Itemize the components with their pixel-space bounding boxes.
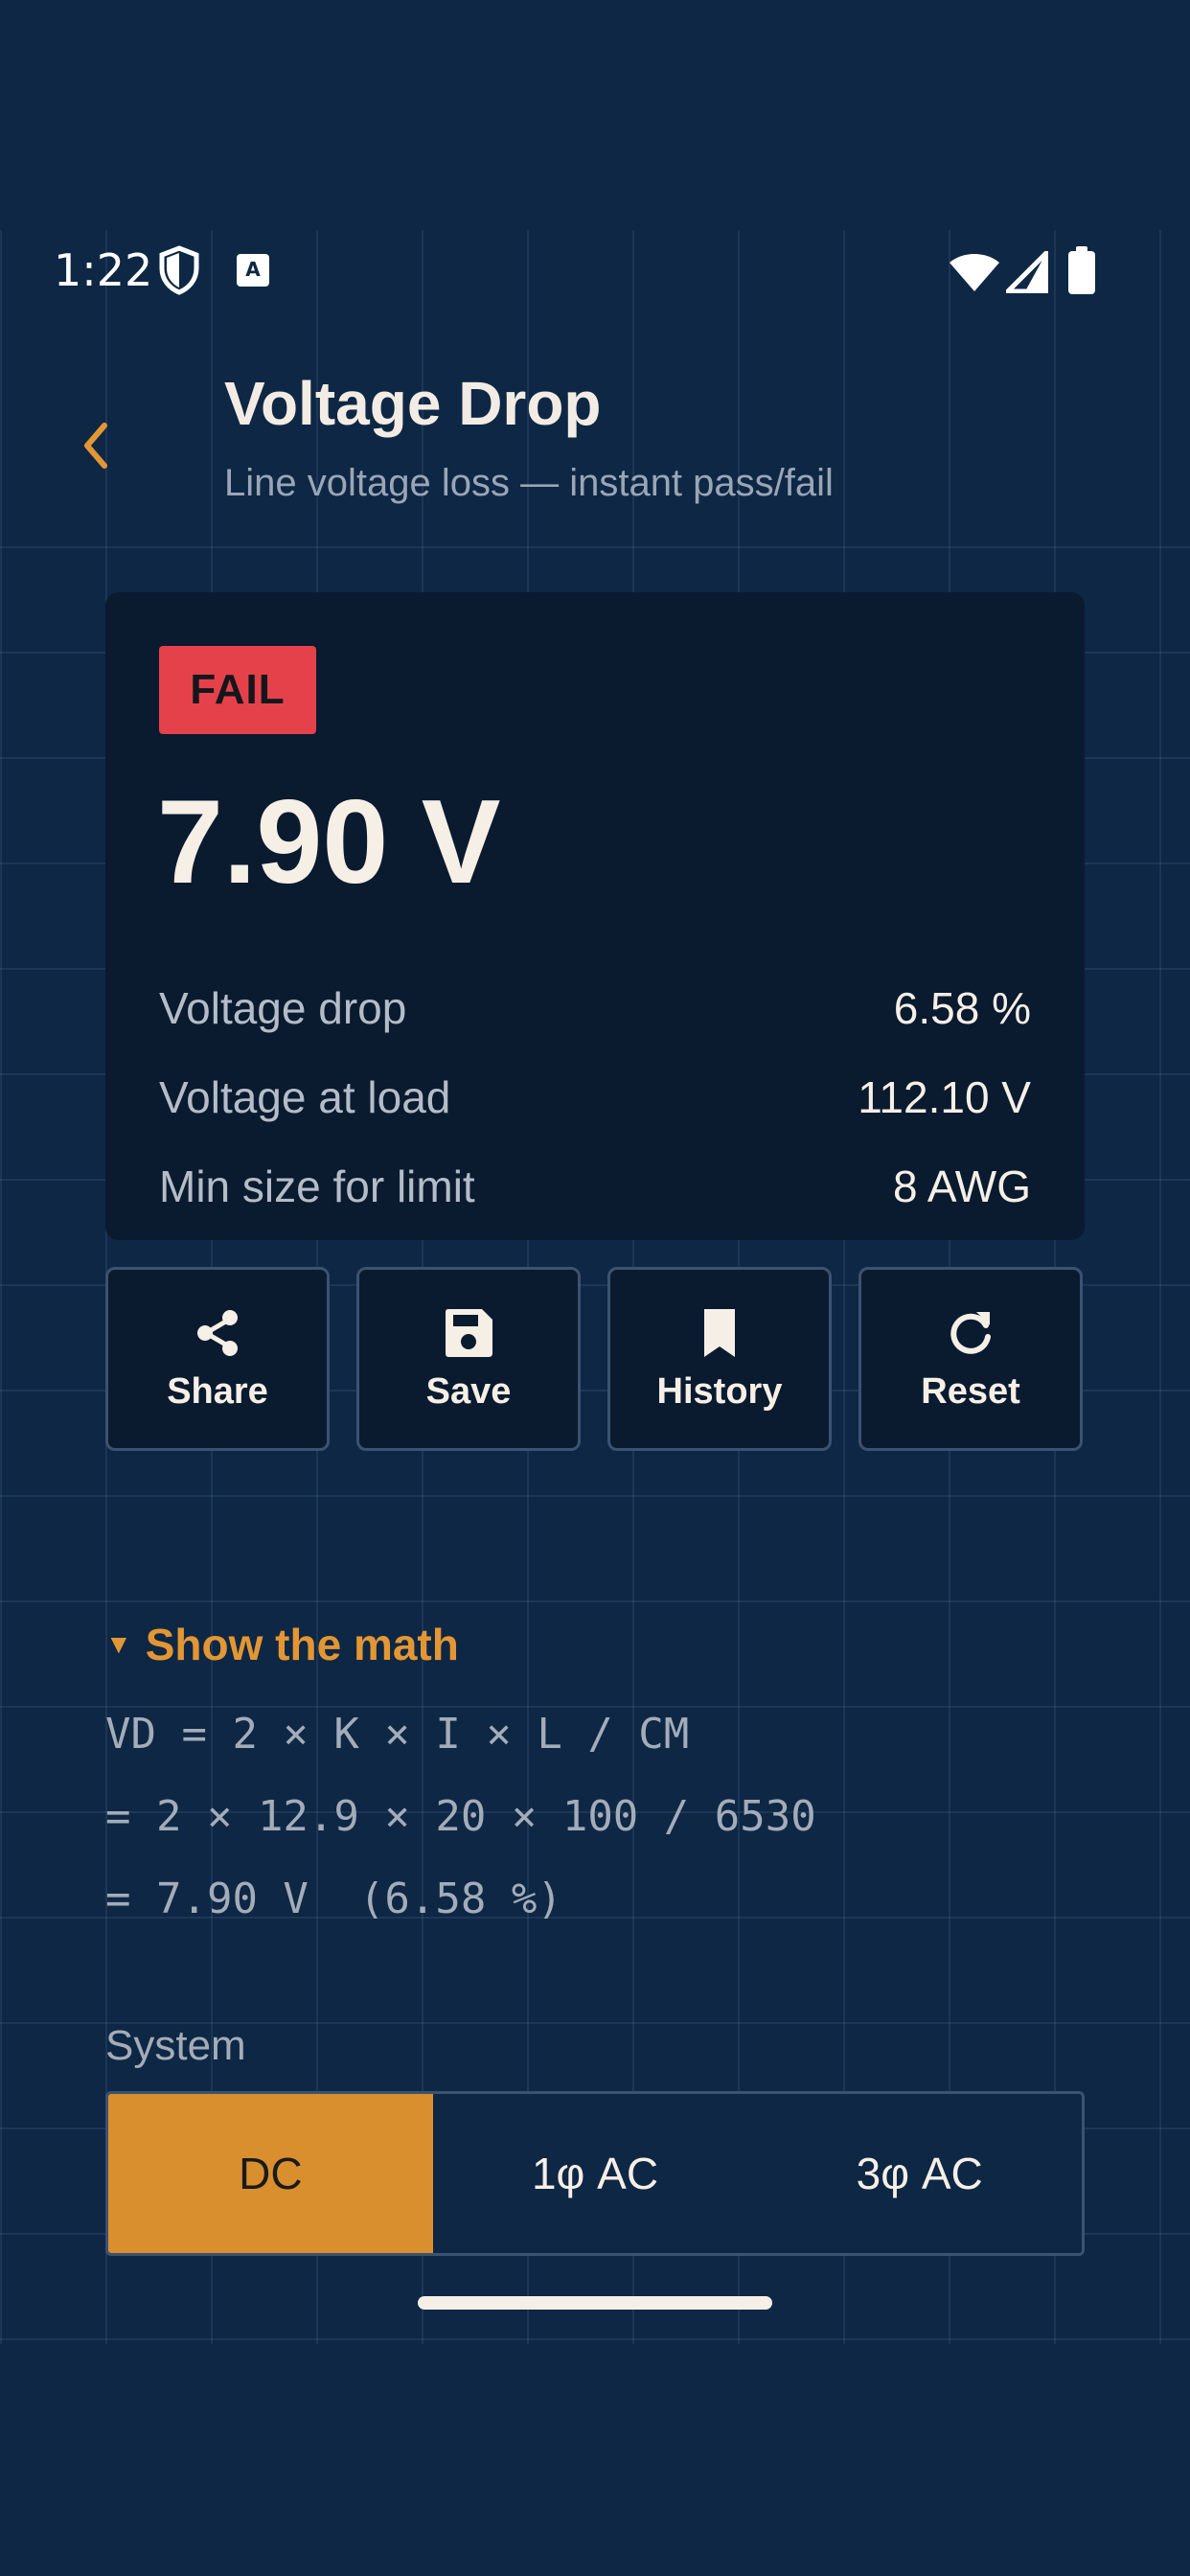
shield-icon [159,245,199,295]
result-row-value: 112.10 V [858,1072,1031,1122]
caret-down-icon: ▼ [105,1629,132,1659]
system-option-three-phase[interactable]: 3φ AC [757,2094,1082,2253]
show-math-label: Show the math [145,1620,459,1669]
bookmark-icon [704,1308,735,1357]
result-row-label: Voltage drop [159,983,407,1033]
back-button[interactable] [67,402,125,489]
battery-icon [1068,246,1095,294]
result-row-voltage-drop: Voltage drop 6.58 % [159,979,1031,1037]
status-time: 1:22 [54,244,153,296]
result-row-min-size: Min size for limit 8 AWG [159,1158,1031,1215]
wifi-icon [950,254,999,291]
action-bar: Share Save History Reset [105,1267,1085,1451]
result-row-value: 6.58 % [893,983,1031,1033]
result-row-label: Min size for limit [159,1162,475,1211]
result-card: FAIL 7.90 V Voltage drop 6.58 % Voltage … [105,592,1085,1240]
device-frame: 1:22 A Voltage Drop Line voltage loss — … [0,0,1190,2576]
save-label: Save [425,1370,512,1412]
show-math-toggle[interactable]: ▼ Show the math [105,1614,459,1675]
save-icon [446,1308,492,1357]
math-line: = 7.90 V (6.58 %) [105,1874,562,1923]
reset-label: Reset [921,1370,1020,1412]
svg-text:A: A [245,258,261,281]
math-line: VD = 2 × K × I × L / CM [105,1710,690,1759]
refresh-icon [950,1311,991,1354]
history-label: History [656,1370,783,1412]
reset-button[interactable]: Reset [858,1267,1083,1451]
notification-a-icon: A [237,254,269,287]
system-option-dc[interactable]: DC [108,2094,433,2253]
home-indicator[interactable] [418,2296,772,2310]
page-title: Voltage Drop [224,369,602,438]
status-badge: FAIL [159,646,316,734]
share-label: Share [167,1370,268,1412]
system-option-single-phase[interactable]: 1φ AC [432,2094,758,2253]
math-line: = 2 × 12.9 × 20 × 100 / 6530 [105,1792,816,1841]
cellular-signal-icon [1006,251,1048,293]
result-value: 7.90 V [157,776,501,908]
save-button[interactable]: Save [356,1267,581,1451]
chevron-left-icon [84,423,107,469]
system-segmented-control: DC 1φ AC 3φ AC [105,2091,1085,2256]
page-subtitle: Line voltage loss — instant pass/fail [224,462,834,504]
system-label: System [105,2022,246,2069]
share-button[interactable]: Share [105,1267,330,1451]
result-row-value: 8 AWG [893,1162,1031,1211]
share-icon [197,1309,238,1356]
history-button[interactable]: History [607,1267,832,1451]
result-row-label: Voltage at load [159,1072,451,1122]
result-row-voltage-at-load: Voltage at load 112.10 V [159,1069,1031,1126]
